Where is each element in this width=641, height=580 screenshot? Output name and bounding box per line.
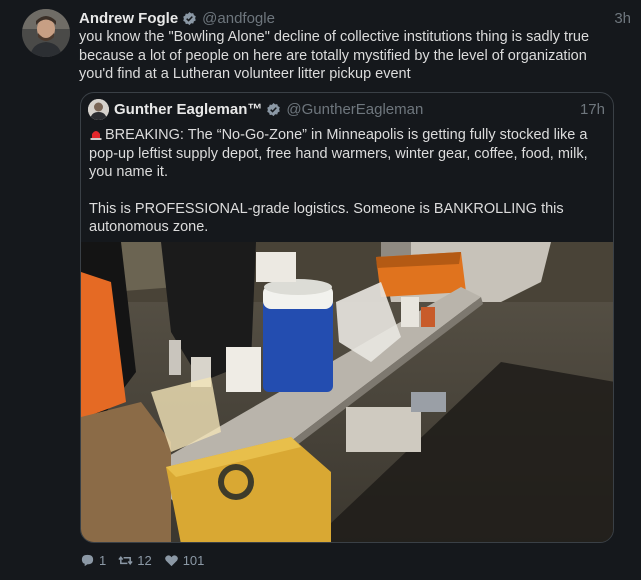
- verified-badge-icon: [267, 102, 281, 117]
- quoted-text-line2: This is PROFESSIONAL-grade logistics. So…: [89, 200, 564, 236]
- like-button[interactable]: 101: [164, 552, 205, 568]
- quoted-author-handle[interactable]: @GuntherEagleman: [286, 101, 423, 118]
- tweet-header: Andrew Fogle @andfogle 3h: [79, 8, 631, 28]
- tweet-actions: 1 12 101: [80, 551, 216, 569]
- siren-icon: [90, 131, 102, 140]
- quoted-text-line1: BREAKING: The “No-Go-Zone” in Minneapoli…: [89, 127, 588, 180]
- quoted-text: BREAKING: The “No-Go-Zone” in Minneapoli…: [89, 126, 604, 237]
- quoted-avatar[interactable]: [88, 99, 109, 120]
- retweet-button[interactable]: 12: [118, 552, 152, 568]
- like-count: 101: [182, 552, 205, 568]
- reply-icon: [81, 554, 94, 566]
- user-avatar-icon: [22, 9, 70, 57]
- heart-icon: [164, 554, 178, 566]
- verified-badge-icon: [183, 11, 196, 25]
- supply-table-photo-icon: [81, 242, 613, 542]
- quoted-photo[interactable]: [81, 242, 613, 542]
- retweet-count: 12: [137, 552, 152, 568]
- avatar[interactable]: [22, 9, 70, 57]
- quoted-user-avatar-icon: [88, 99, 109, 120]
- quoted-timestamp[interactable]: 17h: [580, 101, 605, 118]
- reply-count: 1: [99, 552, 107, 568]
- tweet-text: you know the "Bowling Alone" decline of …: [79, 29, 590, 82]
- tweet-timestamp[interactable]: 3h: [614, 10, 631, 27]
- author-name[interactable]: Andrew Fogle: [79, 10, 178, 27]
- reply-button[interactable]: 1: [80, 553, 106, 568]
- quoted-tweet[interactable]: Gunther Eagleman™ @GuntherEagleman 17h B…: [80, 92, 614, 543]
- quoted-header: Gunther Eagleman™ @GuntherEagleman 17h: [114, 99, 605, 120]
- quoted-author-name[interactable]: Gunther Eagleman™: [114, 101, 262, 118]
- retweet-icon: [118, 555, 133, 565]
- author-handle[interactable]: @andfogle: [202, 10, 275, 27]
- tweet[interactable]: Andrew Fogle @andfogle 3h you know the "…: [0, 0, 641, 580]
